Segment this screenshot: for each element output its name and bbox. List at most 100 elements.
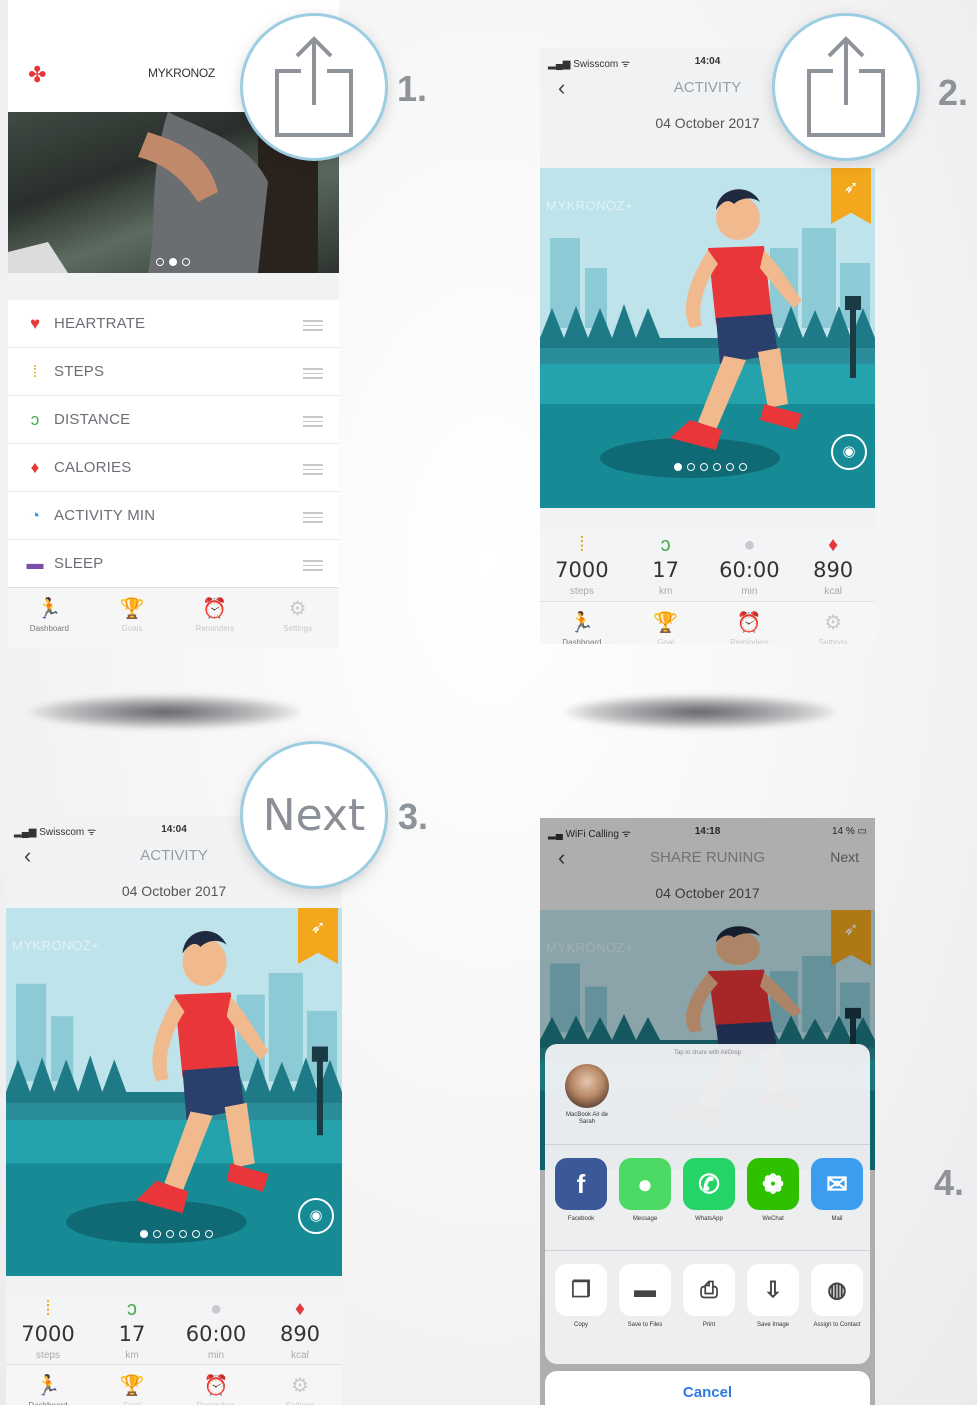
carousel-dot[interactable] <box>713 463 721 471</box>
tab-dashboard[interactable]: 🏃 Dashboard <box>8 588 91 648</box>
camera-icon[interactable]: ◉ <box>831 434 867 470</box>
share-callout <box>240 13 388 161</box>
runner-icon: 🏃 <box>569 612 595 634</box>
stat-unit: kcal <box>824 586 843 597</box>
folder-icon: ▬ <box>619 1264 671 1316</box>
metric-row-distance[interactable]: ↄ DISTANCE <box>8 396 339 444</box>
tab-goal[interactable]: 🏆 Goal <box>624 602 708 644</box>
tab-label: Goals <box>121 624 143 633</box>
reorder-handle-icon[interactable] <box>303 368 323 382</box>
camera-icon[interactable]: ◉ <box>298 1198 334 1234</box>
footprints-icon: ⁞ <box>32 361 38 381</box>
carousel-dot[interactable] <box>726 463 734 471</box>
share-app-facebook[interactable]: f Facebook <box>553 1158 609 1223</box>
tab-reminders[interactable]: ⏰ Reminders <box>174 1365 258 1405</box>
carousel-dot[interactable] <box>156 258 164 266</box>
tab-reminders[interactable]: ⏰ Reminders <box>174 588 257 648</box>
carousel-dot[interactable] <box>205 1230 213 1238</box>
share-action-print[interactable]: ⎙ Print <box>681 1264 737 1329</box>
tab-settings[interactable]: ⚙ Settings <box>258 1365 342 1405</box>
share-callout <box>772 13 920 161</box>
cancel-button[interactable]: Cancel <box>545 1371 870 1405</box>
carousel-dots[interactable] <box>156 258 190 266</box>
tab-settings[interactable]: ⚙ Settings <box>256 588 339 648</box>
wechat-icon: ❁ <box>747 1158 799 1210</box>
printer-icon: ⎙ <box>683 1264 735 1316</box>
facebook-icon: f <box>555 1158 607 1210</box>
carousel-dot[interactable] <box>182 258 190 266</box>
carousel-dots[interactable] <box>674 463 747 471</box>
carousel-dot[interactable] <box>687 463 695 471</box>
copy-icon: ❐ <box>555 1264 607 1316</box>
metric-row-activity-min[interactable]: ◔ ACTIVITY MIN <box>8 492 339 540</box>
share-app-label: WeChat <box>762 1216 784 1222</box>
tab-label: Dashboard <box>562 638 602 644</box>
carousel-dot[interactable] <box>674 463 682 471</box>
runner-artwork <box>540 168 875 508</box>
activity-screen-next: ▂▄▆ Swisscom ᯤ 14:04 ‹ ACTIVITY 04 Octob… <box>6 816 342 1405</box>
airdrop-contact[interactable]: MacBook Air de Sarah <box>559 1064 615 1126</box>
phone-shadow <box>30 695 300 729</box>
mail-icon: ✉ <box>811 1158 863 1210</box>
brand-watermark: MYKRONOZ+ <box>546 198 634 213</box>
tab-dashboard[interactable]: 🏃 Dashboard <box>6 1365 90 1405</box>
contact-icon: ◍ <box>811 1264 863 1316</box>
share-app-mail[interactable]: ✉ Mail <box>809 1158 865 1223</box>
stat-value: 890 <box>279 1322 321 1346</box>
metric-row-sleep[interactable]: ▬ SLEEP <box>8 540 339 588</box>
metric-row-heartrate[interactable]: ♥ HEARTRATE <box>8 300 339 348</box>
carousel-dot[interactable] <box>140 1230 148 1238</box>
step-number: 1. <box>397 68 428 109</box>
reorder-handle-icon[interactable] <box>303 560 323 574</box>
reorder-handle-icon[interactable] <box>303 416 323 430</box>
share-app-label: Message <box>632 1216 658 1222</box>
tab-label: Reminders <box>195 624 235 633</box>
share-app-label: Mail <box>831 1216 843 1222</box>
reorder-handle-icon[interactable] <box>303 512 323 526</box>
save-image-icon: ⇩ <box>747 1264 799 1316</box>
share-action-save-to-files[interactable]: ▬ Save to Files <box>617 1264 673 1329</box>
carousel-dot[interactable] <box>166 1230 174 1238</box>
carousel-dot[interactable] <box>169 258 177 266</box>
tab-dashboard[interactable]: 🏃 Dashboard <box>540 602 624 644</box>
distance-icon: ↄ <box>660 534 671 556</box>
tab-reminders[interactable]: ⏰ Reminders <box>708 602 792 644</box>
reorder-handle-icon[interactable] <box>303 320 323 334</box>
metric-list: ♥ HEARTRATE ⁞ STEPS ↄ DISTANCE ♦ CALORIES ◔ ACTIV… <box>8 300 339 588</box>
stat-value: 60:00 <box>185 1322 247 1346</box>
reorder-handle-icon[interactable] <box>303 464 323 478</box>
share-app-message[interactable]: ● Message <box>617 1158 673 1223</box>
metric-label: SLEEP <box>54 555 104 572</box>
carousel-dot[interactable] <box>700 463 708 471</box>
carousel-dot[interactable] <box>153 1230 161 1238</box>
gear-icon: ⚙ <box>824 612 843 634</box>
carousel-dots[interactable] <box>140 1230 213 1238</box>
metric-row-steps[interactable]: ⁞ STEPS <box>8 348 339 396</box>
stat-value: 890 <box>813 558 854 582</box>
share-action-save-image[interactable]: ⇩ Save Image <box>745 1264 801 1329</box>
trophy-icon: 🏆 <box>119 598 145 620</box>
share-action-label: Save Image <box>756 1322 790 1328</box>
stat-unit: min <box>741 586 758 597</box>
footprints-icon: ⁞ <box>45 1298 51 1320</box>
tab-settings[interactable]: ⚙ Settings <box>791 602 875 644</box>
tab-goals[interactable]: 🏆 Goals <box>91 588 174 648</box>
metric-row-calories[interactable]: ♦ CALORIES <box>8 444 339 492</box>
carousel-dot[interactable] <box>739 463 747 471</box>
stat-value: 17 <box>652 558 679 582</box>
share-app-whatsapp[interactable]: ✆ WhatsApp <box>681 1158 737 1223</box>
contact-name: MacBook Air de Sarah <box>565 1112 609 1126</box>
share-action-assign-to-contact[interactable]: ◍ Assign to Contact <box>809 1264 865 1329</box>
stat-value: 7000 <box>21 1322 75 1346</box>
tab-goal[interactable]: 🏆 Goal <box>90 1365 174 1405</box>
share-action-copy[interactable]: ❐ Copy <box>553 1264 609 1329</box>
footprints-icon: ⁞ <box>579 534 585 556</box>
flame-icon: ♦ <box>30 457 40 477</box>
airdrop-hint: Tap to share with AirDrop <box>673 1050 742 1056</box>
stat-value: 7000 <box>555 558 609 582</box>
share-app-wechat[interactable]: ❁ WeChat <box>745 1158 801 1223</box>
carousel-dot[interactable] <box>192 1230 200 1238</box>
tab-label: Goal <box>90 1401 174 1405</box>
tab-label: Settings <box>283 624 313 633</box>
carousel-dot[interactable] <box>179 1230 187 1238</box>
